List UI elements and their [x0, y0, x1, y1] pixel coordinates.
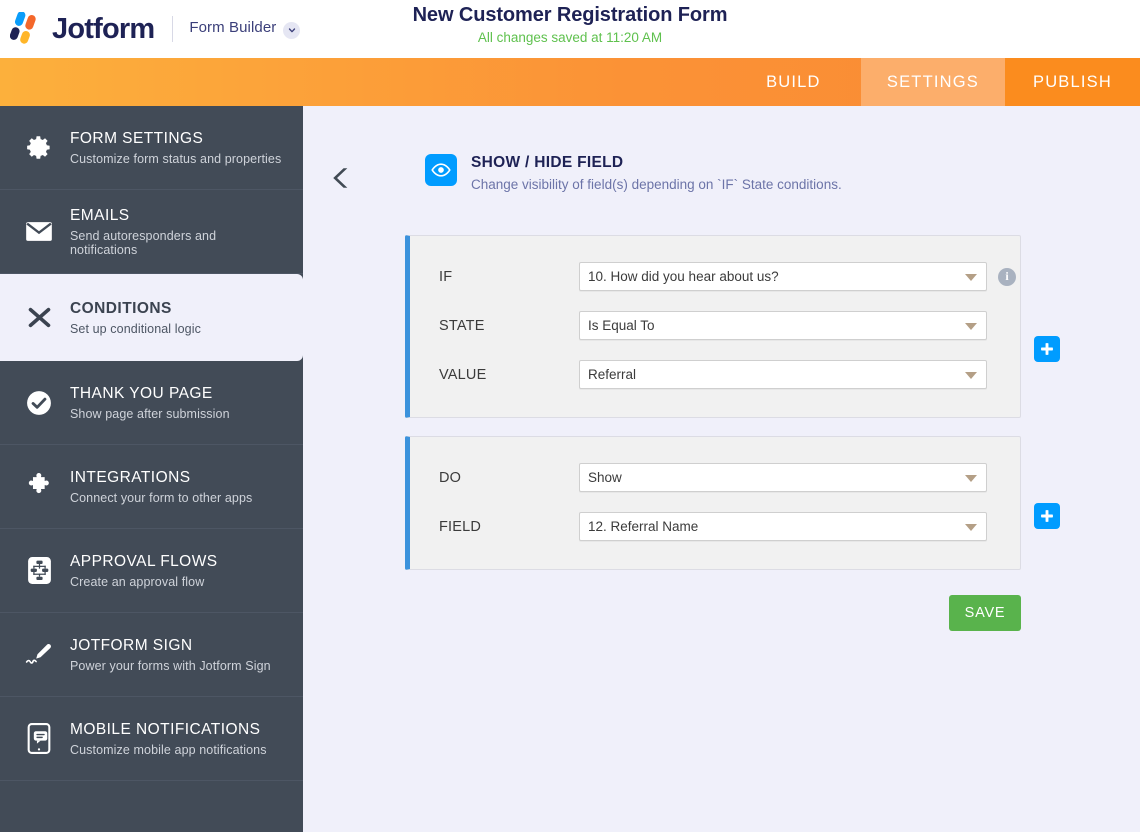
- panel-header-text: SHOW / HIDE FIELD Change visibility of f…: [471, 154, 842, 192]
- header-divider: [172, 16, 174, 42]
- sidebar-item-subtitle: Send autoresponders and notifications: [70, 228, 217, 257]
- add-do-action-button[interactable]: [1034, 503, 1060, 529]
- do-value: Show: [588, 470, 622, 485]
- main-nav: BUILD SETTINGS PUBLISH: [0, 58, 1140, 106]
- value-field-row: VALUE Referral: [410, 356, 1020, 393]
- state-select[interactable]: Is Equal To: [579, 311, 987, 340]
- jotform-logo-text: Jotform: [52, 12, 155, 45]
- if-condition-row: IF 10. How did you hear about us? i STAT…: [405, 235, 1140, 418]
- form-builder-label: Form Builder: [189, 19, 277, 37]
- dropdown-caret-icon: [965, 273, 977, 281]
- target-field-value: 12. Referral Name: [588, 519, 699, 534]
- sidebar-item-subtitle: Customize form status and properties: [70, 151, 282, 166]
- sidebar-item-jotform-sign[interactable]: JOTFORM SIGN Power your forms with Jotfo…: [0, 613, 303, 697]
- dropdown-caret-icon: [965, 474, 977, 482]
- shuffle-icon: [22, 301, 56, 335]
- eye-icon: [425, 154, 457, 186]
- tab-build[interactable]: BUILD: [726, 58, 861, 106]
- sidebar-item-title: THANK YOU PAGE: [70, 385, 213, 403]
- settings-sidebar: FORM SETTINGS Customize form status and …: [0, 106, 303, 832]
- target-field-select[interactable]: 12. Referral Name: [579, 512, 987, 541]
- field-label-text: FIELD: [439, 518, 482, 535]
- do-action-row: DO Show FIELD 12. Referral Name: [405, 436, 1140, 570]
- dropdown-caret-icon: [965, 371, 977, 379]
- sidebar-item-form-settings[interactable]: FORM SETTINGS Customize form status and …: [0, 106, 303, 190]
- if-field-select[interactable]: 10. How did you hear about us?: [579, 262, 987, 291]
- sidebar-item-subtitle: Connect your form to other apps: [70, 490, 253, 505]
- sidebar-item-subtitle: Show page after submission: [70, 406, 230, 421]
- sidebar-item-subtitle: Set up conditional logic: [70, 321, 201, 336]
- sidebar-item-title: JOTFORM SIGN: [70, 637, 193, 655]
- conditions-panel: SHOW / HIDE FIELD Change visibility of f…: [303, 106, 1140, 832]
- sidebar-item-conditions[interactable]: CONDITIONS Set up conditional logic: [0, 274, 303, 361]
- sidebar-item-emails[interactable]: EMAILS Send autoresponders and notificat…: [0, 190, 303, 274]
- info-icon[interactable]: i: [998, 267, 1016, 286]
- dropdown-caret-icon: [965, 322, 977, 330]
- save-status: All changes saved at 11:20 AM: [477, 30, 663, 45]
- sidebar-item-title: CONDITIONS: [70, 300, 172, 318]
- if-field-row: IF 10. How did you hear about us? i: [410, 258, 1020, 295]
- mobile-bell-icon: [22, 722, 56, 756]
- do-label: DO: [439, 469, 462, 486]
- envelope-icon: [22, 215, 56, 249]
- do-action-card: DO Show FIELD 12. Referral Name: [405, 436, 1021, 570]
- tab-publish[interactable]: PUBLISH: [1005, 58, 1140, 106]
- sidebar-item-integrations[interactable]: INTEGRATIONS Connect your form to other …: [0, 445, 303, 529]
- save-button-container: SAVE: [405, 595, 1021, 631]
- sidebar-item-subtitle: Create an approval flow: [70, 574, 205, 589]
- panel-header: SHOW / HIDE FIELD Change visibility of f…: [303, 106, 1140, 196]
- tab-settings[interactable]: SETTINGS: [860, 58, 1005, 106]
- sidebar-item-subtitle: Customize mobile app notifications: [70, 742, 267, 757]
- chevron-down-icon: [283, 21, 301, 39]
- sidebar-item-mobile-notifications[interactable]: MOBILE NOTIFICATIONS Customize mobile ap…: [0, 697, 303, 781]
- sidebar-item-title: EMAILS: [70, 207, 130, 225]
- gear-icon: [22, 131, 56, 165]
- save-button[interactable]: SAVE: [949, 595, 1021, 631]
- target-field-row: FIELD 12. Referral Name: [410, 508, 1020, 545]
- if-label: IF: [439, 268, 453, 285]
- puzzle-piece-icon: [22, 470, 56, 504]
- page-title: New Customer Registration Form: [412, 4, 728, 26]
- state-label: STATE: [439, 317, 485, 334]
- form-builder-menu[interactable]: Form Builder: [189, 19, 301, 39]
- sidebar-item-thank-you-page[interactable]: THANK YOU PAGE Show page after submissio…: [0, 361, 303, 445]
- jotform-logo-icon: [9, 11, 44, 46]
- value-select[interactable]: Referral: [579, 360, 987, 389]
- sidebar-item-title: MOBILE NOTIFICATIONS: [70, 721, 261, 739]
- value-value: Referral: [588, 367, 637, 382]
- plus-icon: [1041, 510, 1053, 522]
- sidebar-item-title: FORM SETTINGS: [70, 130, 204, 148]
- plus-icon: [1041, 343, 1053, 355]
- state-value: Is Equal To: [588, 318, 655, 333]
- if-condition-card: IF 10. How did you hear about us? i STAT…: [405, 235, 1021, 418]
- pen-icon: [22, 638, 56, 672]
- jotform-logo[interactable]: Jotform: [0, 11, 155, 46]
- value-label: VALUE: [439, 366, 487, 383]
- sidebar-item-title: APPROVAL FLOWS: [70, 553, 218, 571]
- do-field-row: DO Show: [410, 459, 1020, 496]
- if-field-value: 10. How did you hear about us?: [588, 269, 779, 284]
- back-chevron-icon[interactable]: [325, 160, 361, 196]
- flow-chart-icon: [22, 554, 56, 588]
- sidebar-item-title: INTEGRATIONS: [70, 469, 191, 487]
- sidebar-item-subtitle: Power your forms with Jotform Sign: [70, 658, 271, 673]
- panel-title: SHOW / HIDE FIELD: [471, 154, 624, 171]
- add-if-condition-button[interactable]: [1034, 336, 1060, 362]
- do-select[interactable]: Show: [579, 463, 987, 492]
- state-field-row: STATE Is Equal To: [410, 307, 1020, 344]
- form-title-block: New Customer Registration Form All chang…: [0, 4, 1140, 45]
- sidebar-item-approval-flows[interactable]: APPROVAL FLOWS Create an approval flow: [0, 529, 303, 613]
- top-header: Jotform Form Builder New Customer Regist…: [0, 0, 1140, 58]
- dropdown-caret-icon: [965, 523, 977, 531]
- check-circle-icon: [22, 386, 56, 420]
- panel-subtitle: Change visibility of field(s) depending …: [471, 177, 842, 192]
